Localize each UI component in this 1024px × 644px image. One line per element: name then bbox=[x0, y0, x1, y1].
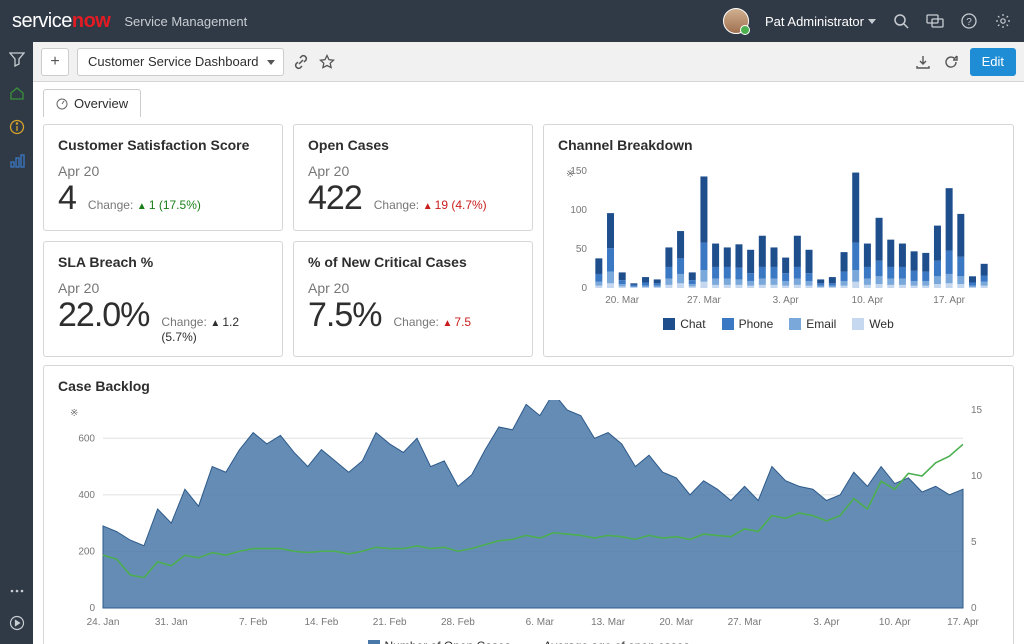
legend-open: Number of Open Cases bbox=[385, 639, 511, 644]
dashboard-select[interactable]: Customer Service Dashboard bbox=[77, 48, 284, 76]
kpi-date: Apr 20 bbox=[58, 163, 268, 179]
caret-down-icon bbox=[868, 19, 876, 24]
refresh-icon[interactable] bbox=[942, 53, 960, 71]
star-icon[interactable] bbox=[318, 53, 336, 71]
add-button[interactable]: + bbox=[41, 48, 69, 76]
play-icon[interactable] bbox=[8, 614, 26, 632]
svg-text:0: 0 bbox=[581, 283, 587, 294]
svg-text:3. Apr: 3. Apr bbox=[813, 617, 840, 628]
card-backlog: Case Backlog 0 200 400 600 0 5 10 15 ※ 24. Jan 31.… bbox=[43, 365, 1014, 644]
tab-overview[interactable]: Overview bbox=[43, 89, 141, 117]
user-name: Pat Administrator bbox=[765, 14, 864, 29]
svg-text:※: ※ bbox=[70, 408, 78, 419]
svg-text:6. Mar: 6. Mar bbox=[526, 617, 555, 628]
svg-text:※: ※ bbox=[566, 169, 574, 180]
svg-text:27. Mar: 27. Mar bbox=[728, 617, 763, 628]
svg-text:13. Mar: 13. Mar bbox=[591, 617, 626, 628]
legend-chat: Chat bbox=[680, 317, 705, 331]
edit-button[interactable]: Edit bbox=[970, 48, 1016, 76]
card-sla: SLA Breach % Apr 20 22.0% Change: 1.2 (5… bbox=[43, 241, 283, 357]
kpi-value: 422 bbox=[308, 179, 362, 218]
channel-legend: Chat Phone Email Web bbox=[558, 317, 999, 331]
change-label: Change: bbox=[88, 198, 133, 212]
svg-text:600: 600 bbox=[78, 433, 95, 444]
card-title: Open Cases bbox=[308, 137, 518, 153]
svg-text:10. Apr: 10. Apr bbox=[852, 295, 884, 306]
svg-text:100: 100 bbox=[570, 205, 587, 216]
svg-text:28. Feb: 28. Feb bbox=[441, 617, 475, 628]
svg-text:0: 0 bbox=[971, 603, 977, 614]
svg-text:400: 400 bbox=[78, 490, 95, 501]
card-crit: % of New Critical Cases Apr 20 7.5% Chan… bbox=[293, 241, 533, 357]
dashboard-icon bbox=[56, 98, 68, 110]
kpi-date: Apr 20 bbox=[308, 280, 518, 296]
svg-text:10: 10 bbox=[971, 471, 983, 482]
svg-text:50: 50 bbox=[576, 244, 588, 255]
kpi-value: 22.0% bbox=[58, 296, 149, 335]
legend-age: Average age of open cases bbox=[544, 639, 690, 644]
info-icon[interactable] bbox=[8, 118, 26, 136]
chat-icon[interactable] bbox=[926, 12, 944, 30]
svg-text:0: 0 bbox=[89, 603, 95, 614]
chart-icon[interactable] bbox=[8, 152, 26, 170]
svg-text:20. Mar: 20. Mar bbox=[659, 617, 694, 628]
legend-web: Web bbox=[869, 317, 893, 331]
svg-text:3. Apr: 3. Apr bbox=[773, 295, 800, 306]
backlog-chart: 0 200 400 600 0 5 10 15 ※ 24. Jan 31. Jan 7. Feb 14.… bbox=[58, 400, 1008, 630]
kpi-value: 7.5% bbox=[308, 296, 382, 335]
filter-icon[interactable] bbox=[8, 50, 26, 68]
more-icon[interactable] bbox=[8, 582, 26, 600]
search-icon[interactable] bbox=[892, 12, 910, 30]
settings-icon[interactable] bbox=[994, 12, 1012, 30]
delta: 1 (17.5%) bbox=[137, 198, 201, 212]
svg-text:14. Feb: 14. Feb bbox=[304, 617, 338, 628]
change-label: Change: bbox=[394, 315, 439, 329]
user-avatar[interactable] bbox=[723, 8, 749, 34]
home-icon[interactable] bbox=[8, 84, 26, 102]
svg-text:20. Mar: 20. Mar bbox=[605, 295, 640, 306]
svg-text:15: 15 bbox=[971, 405, 983, 416]
kpi-date: Apr 20 bbox=[58, 280, 268, 296]
card-title: Customer Satisfaction Score bbox=[58, 137, 268, 153]
card-title: SLA Breach % bbox=[58, 254, 268, 270]
channel-chart: 050100150※20. Mar27. Mar3. Apr10. Apr17.… bbox=[558, 163, 998, 308]
delta: 7.5 bbox=[443, 315, 472, 329]
svg-text:21. Feb: 21. Feb bbox=[373, 617, 407, 628]
svg-text:5: 5 bbox=[971, 537, 977, 548]
svg-text:27. Mar: 27. Mar bbox=[687, 295, 722, 306]
sidebar bbox=[0, 42, 33, 644]
card-open: Open Cases Apr 20 422 Change: 19 (4.7%) bbox=[293, 124, 533, 231]
card-title: Case Backlog bbox=[58, 378, 999, 394]
legend-email: Email bbox=[806, 317, 836, 331]
top-bar: servicenow Service Management Pat Admini… bbox=[0, 0, 1024, 42]
svg-text:31. Jan: 31. Jan bbox=[155, 617, 188, 628]
export-icon[interactable] bbox=[914, 53, 932, 71]
svg-text:?: ? bbox=[966, 17, 972, 28]
svg-text:17. Apr: 17. Apr bbox=[947, 617, 979, 628]
card-channel: Channel Breakdown 050100150※20. Mar27. M… bbox=[543, 124, 1014, 357]
svg-text:24. Jan: 24. Jan bbox=[87, 617, 120, 628]
user-menu[interactable]: Pat Administrator bbox=[765, 14, 876, 29]
change-label: Change: bbox=[374, 198, 419, 212]
dashboard-toolbar: + Customer Service Dashboard Edit bbox=[33, 42, 1024, 82]
legend-phone: Phone bbox=[739, 317, 774, 331]
svg-text:10. Apr: 10. Apr bbox=[879, 617, 911, 628]
card-title: Channel Breakdown bbox=[558, 137, 999, 153]
logo: servicenow bbox=[12, 10, 110, 33]
svg-text:7. Feb: 7. Feb bbox=[239, 617, 268, 628]
svg-text:17. Apr: 17. Apr bbox=[933, 295, 965, 306]
delta: 19 (4.7%) bbox=[423, 198, 487, 212]
kpi-value: 4 bbox=[58, 179, 76, 218]
kpi-date: Apr 20 bbox=[308, 163, 518, 179]
svg-text:200: 200 bbox=[78, 546, 95, 557]
app-label: Service Management bbox=[124, 14, 247, 29]
card-title: % of New Critical Cases bbox=[308, 254, 518, 270]
help-icon[interactable]: ? bbox=[960, 12, 978, 30]
change-label: Change: bbox=[161, 315, 206, 329]
tab-label: Overview bbox=[74, 96, 128, 111]
link-icon[interactable] bbox=[292, 53, 310, 71]
card-csat: Customer Satisfaction Score Apr 20 4 Cha… bbox=[43, 124, 283, 231]
backlog-legend: Number of Open Cases Average age of open… bbox=[58, 639, 999, 644]
dashboard-name: Customer Service Dashboard bbox=[88, 54, 259, 69]
